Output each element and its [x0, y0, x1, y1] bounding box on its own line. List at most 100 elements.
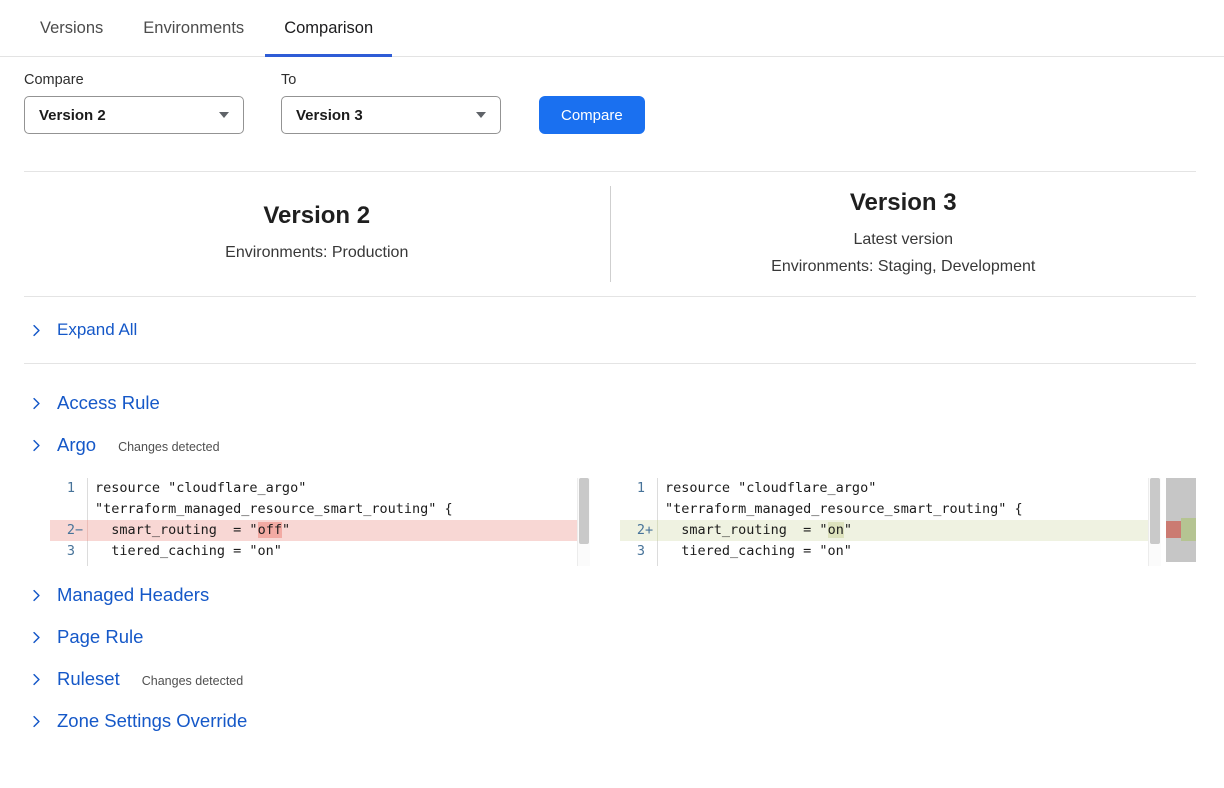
tab-comparison[interactable]: Comparison [265, 0, 392, 56]
code-line: 2+ smart_routing = "on" [620, 520, 1161, 541]
code-text: smart_routing = "on" [658, 520, 852, 541]
chevron-right-icon [30, 631, 43, 644]
line-number-gutter: 2− [50, 520, 88, 541]
code-segment: tiered_caching = "on" [665, 543, 852, 559]
code-text: "terraform_managed_resource_smart_routin… [88, 499, 453, 520]
caret-down-icon [219, 112, 229, 118]
chevron-right-icon [30, 439, 43, 452]
code-segment: smart_routing = " [95, 522, 258, 538]
removed-marker [1166, 521, 1181, 538]
code-text: tiered_caching = "on" [658, 541, 852, 562]
line-number-gutter [50, 499, 88, 520]
code-segment: " [844, 522, 852, 538]
chevron-right-icon [30, 715, 43, 728]
code-segment: tiered_caching = "on" [95, 543, 282, 559]
to-version-select[interactable]: Version 3 [281, 96, 501, 134]
code-text: resource "cloudflare_argo" [88, 478, 306, 499]
version-panel-right: Version 3 Latest version Environments: S… [611, 189, 1197, 280]
left-version-title: Version 2 [24, 202, 610, 230]
line-number-gutter [620, 499, 658, 520]
code-text: "terraform_managed_resource_smart_routin… [658, 499, 1023, 520]
tab-versions[interactable]: Versions [21, 0, 122, 56]
code-line: } [620, 562, 1161, 566]
code-segment: } [665, 564, 673, 566]
section-row-ruleset[interactable]: Ruleset Changes detected [0, 658, 1224, 700]
section-label: Argo [57, 434, 96, 456]
compare-label: Compare [24, 72, 244, 88]
code-line: 3 tiered_caching = "on" [50, 541, 590, 562]
code-text: } [88, 562, 103, 566]
expand-all-label: Expand All [57, 320, 137, 340]
compare-button[interactable]: Compare [539, 96, 645, 134]
compare-form: Compare Version 2 To Version 3 Compare [24, 72, 1224, 134]
scrollbar[interactable] [577, 478, 590, 566]
comparison-page: VersionsEnvironmentsComparison Compare V… [0, 0, 1224, 742]
section-row-argo[interactable]: Argo Changes detected [0, 424, 1224, 466]
expand-all-button[interactable]: Expand All [0, 297, 1224, 363]
scrollbar-thumb[interactable] [579, 478, 589, 544]
code-segment: } [95, 564, 103, 566]
caret-down-icon [476, 112, 486, 118]
section-label: Ruleset [57, 668, 120, 690]
section-row-page-rule[interactable]: Page Rule [0, 616, 1224, 658]
line-number: 2 [67, 520, 75, 541]
code-line: 1 resource "cloudflare_argo" [620, 478, 1161, 499]
code-line: 1 resource "cloudflare_argo" [50, 478, 590, 499]
section-label: Access Rule [57, 392, 160, 414]
section-label: Page Rule [57, 626, 143, 648]
code-text: resource "cloudflare_argo" [658, 478, 876, 499]
right-version-title: Version 3 [611, 189, 1197, 217]
chevron-right-icon [30, 324, 43, 337]
code-line: 3 tiered_caching = "on" [620, 541, 1161, 562]
section-row-access-rule[interactable]: Access Rule [0, 382, 1224, 424]
section-row-zone-settings-override[interactable]: Zone Settings Override [0, 700, 1224, 742]
line-number-gutter [50, 562, 88, 566]
diff-sign [75, 562, 87, 566]
diff-overview-gutter[interactable] [1166, 478, 1196, 562]
code-line: "terraform_managed_resource_smart_routin… [50, 499, 590, 520]
added-marker [1181, 518, 1196, 541]
section-row-managed-headers[interactable]: Managed Headers [0, 574, 1224, 616]
line-number-gutter: 2+ [620, 520, 658, 541]
right-version-latest: Latest version [611, 226, 1197, 253]
line-number: 3 [637, 541, 645, 562]
changes-detected-badge: Changes detected [118, 437, 219, 454]
tab-bar: VersionsEnvironmentsComparison [0, 0, 1224, 57]
scrollbar[interactable] [1148, 478, 1161, 566]
section-label: Managed Headers [57, 584, 209, 606]
code-segment: "terraform_managed_resource_smart_routin… [665, 501, 1023, 517]
version-header-row: Version 2 Environments: Production Versi… [0, 172, 1224, 296]
code-text: } [658, 562, 673, 566]
code-text: smart_routing = "off" [88, 520, 290, 541]
code-line: 2− smart_routing = "off" [50, 520, 590, 541]
code-segment: resource "cloudflare_argo" [95, 480, 306, 496]
code-text: tiered_caching = "on" [88, 541, 282, 562]
line-number: 2 [637, 520, 645, 541]
left-version-environments: Environments: Production [24, 239, 610, 266]
line-number-gutter: 1 [50, 478, 88, 499]
diff-view: 1 resource "cloudflare_argo" "terraform_ma… [50, 478, 1224, 566]
changed-word: on [828, 522, 844, 538]
changes-detected-badge: Changes detected [142, 671, 243, 688]
diff-sign: + [645, 520, 657, 541]
line-number-gutter: 1 [620, 478, 658, 499]
diff-sign [645, 478, 657, 499]
compare-version-select[interactable]: Version 2 [24, 96, 244, 134]
tab-environments[interactable]: Environments [124, 0, 263, 56]
line-number: 1 [637, 478, 645, 499]
line-number-gutter: 3 [620, 541, 658, 562]
diff-sign [75, 478, 87, 499]
diff-sign [645, 541, 657, 562]
scrollbar-thumb[interactable] [1150, 478, 1160, 544]
chevron-right-icon [30, 589, 43, 602]
diff-sign: − [75, 520, 87, 541]
diff-sign [645, 499, 657, 520]
code-line: } [50, 562, 590, 566]
chevron-right-icon [30, 673, 43, 686]
line-number-gutter [620, 562, 658, 566]
compare-field: Compare Version 2 [24, 72, 244, 134]
to-version-value: Version 3 [296, 107, 363, 124]
to-field: To Version 3 [281, 72, 501, 134]
to-label: To [281, 72, 501, 88]
changed-word: off [258, 522, 282, 538]
